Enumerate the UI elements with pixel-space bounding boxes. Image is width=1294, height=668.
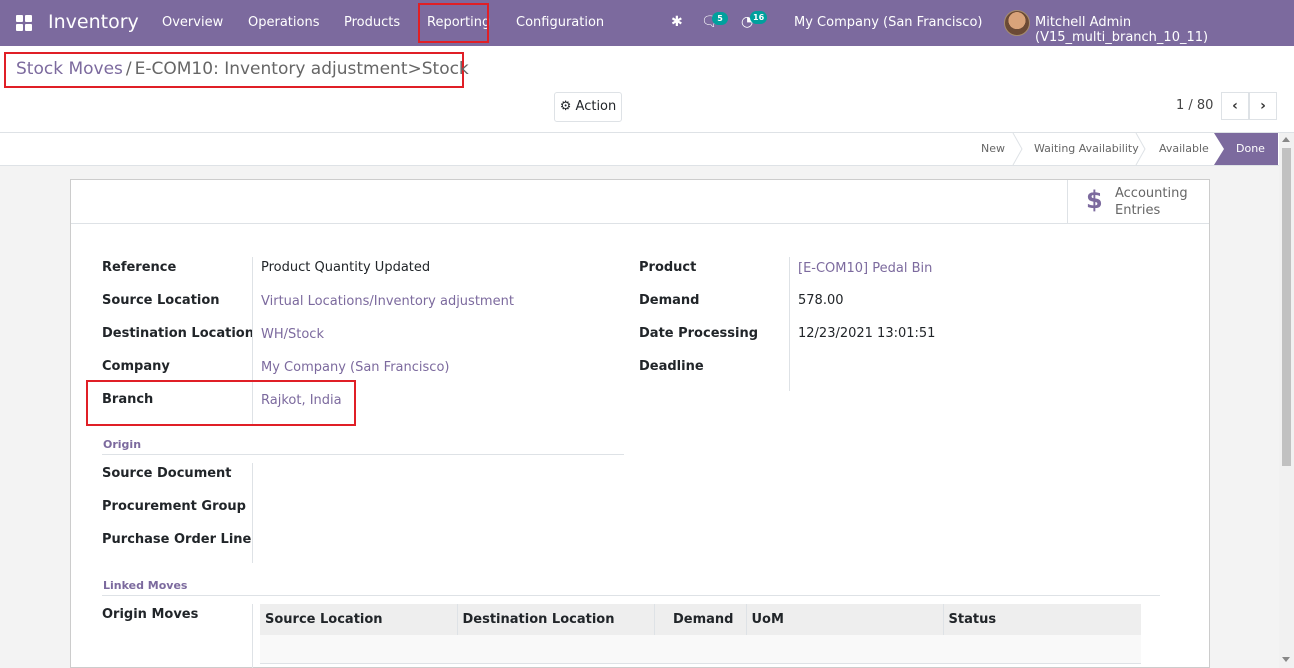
column-uom[interactable]: UoM <box>745 604 943 635</box>
label-origin-moves: Origin Moves <box>102 607 199 622</box>
value-demand: 578.00 <box>798 293 844 308</box>
value-product[interactable]: [E-COM10] Pedal Bin <box>798 261 932 276</box>
action-label: Action <box>575 99 617 114</box>
group-title-linked-moves: Linked Moves <box>103 579 188 592</box>
column-demand[interactable]: Demand <box>653 604 746 635</box>
right-group-divider <box>789 257 790 391</box>
messages-count-badge: 5 <box>712 12 728 25</box>
pager-previous-button[interactable]: ‹ <box>1221 92 1249 120</box>
table-empty-cell <box>260 635 1141 664</box>
group-title-origin: Origin <box>103 438 142 451</box>
accounting-entries-label: Accounting Entries <box>1115 185 1188 219</box>
column-destination-location[interactable]: Destination Location <box>456 604 654 635</box>
pager-value[interactable]: 1 / 80 <box>1176 98 1213 113</box>
label-purchase-order-line: Purchase Order Line <box>102 532 252 547</box>
accounting-entries-button[interactable]: $ Accounting Entries <box>1067 180 1209 224</box>
scroll-up-arrow-icon[interactable] <box>1282 137 1290 142</box>
value-reference: Product Quantity Updated <box>261 260 431 275</box>
origin-group-divider <box>252 463 253 563</box>
pager-next-button[interactable]: › <box>1249 92 1277 120</box>
menu-overview[interactable]: Overview <box>162 15 223 30</box>
user-menu[interactable]: Mitchell Admin (V15_multi_branch_10_11) <box>1035 15 1294 45</box>
stage-new[interactable]: New <box>981 133 1005 165</box>
label-company: Company <box>102 359 170 374</box>
accounting-entries-line2: Entries <box>1115 203 1161 218</box>
debug-bug-icon[interactable]: ✱ <box>671 14 683 30</box>
stage-done[interactable]: Done <box>1214 133 1278 165</box>
origin-separator <box>102 454 624 455</box>
highlight-branch-box <box>86 380 356 426</box>
app-name[interactable]: Inventory <box>48 11 139 33</box>
stage-waiting-availability[interactable]: Waiting Availability <box>1034 133 1139 165</box>
label-reference: Reference <box>102 260 177 275</box>
label-source-location: Source Location <box>102 293 220 308</box>
label-date-processing: Date Processing <box>639 326 759 341</box>
user-avatar[interactable] <box>1004 10 1030 36</box>
linked-moves-separator <box>102 595 1160 596</box>
breadcrumb: Stock Moves / E-COM10: Inventory adjustmen… <box>16 59 469 79</box>
button-box: $ Accounting Entries <box>71 180 1209 224</box>
column-source-location[interactable]: Source Location <box>260 604 457 635</box>
label-product: Product <box>639 260 697 275</box>
breadcrumb-current: E-COM10: Inventory adjustment>Stock <box>134 59 469 79</box>
menu-configuration[interactable]: Configuration <box>516 15 604 30</box>
origin-moves-table: Source Location Destination Location Dem… <box>260 604 1141 664</box>
highlight-reporting-box <box>418 3 489 43</box>
accounting-entries-line1: Accounting <box>1115 186 1188 201</box>
linked-moves-divider <box>252 604 253 668</box>
value-destination-location[interactable]: WH/Stock <box>261 327 324 342</box>
value-source-location[interactable]: Virtual Locations/Inventory adjustment <box>261 294 514 309</box>
gear-icon: ⚙ <box>559 99 572 114</box>
breadcrumb-separator: / <box>125 59 132 79</box>
label-demand: Demand <box>639 293 700 308</box>
chevron-right-icon: › <box>1260 98 1266 114</box>
column-status[interactable]: Status <box>942 604 1141 635</box>
chevron-left-icon: ‹ <box>1232 98 1238 114</box>
stage-separator <box>1135 133 1147 165</box>
action-button[interactable]: ⚙ Action <box>554 92 622 122</box>
breadcrumb-stock-moves[interactable]: Stock Moves <box>16 59 123 79</box>
dollar-icon: $ <box>1086 186 1103 214</box>
value-company[interactable]: My Company (San Francisco) <box>261 360 449 375</box>
label-source-document: Source Document <box>102 466 232 481</box>
stage-separator <box>1012 133 1024 165</box>
menu-operations[interactable]: Operations <box>248 15 319 30</box>
activities-count-badge: 16 <box>750 11 768 24</box>
scroll-down-arrow-icon[interactable] <box>1282 657 1290 662</box>
company-switcher[interactable]: My Company (San Francisco) <box>794 15 982 30</box>
scrollbar-thumb[interactable] <box>1282 148 1291 466</box>
status-bar: New Waiting Availability Available Done <box>0 132 1294 166</box>
menu-products[interactable]: Products <box>344 15 400 30</box>
top-navbar: Inventory Overview Operations Products R… <box>0 0 1294 46</box>
value-date-processing: 12/23/2021 13:01:51 <box>798 326 936 341</box>
table-row <box>260 635 1141 664</box>
label-destination-location: Destination Location <box>102 326 254 341</box>
vertical-scrollbar[interactable] <box>1279 133 1294 668</box>
stage-available[interactable]: Available <box>1159 133 1209 165</box>
label-procurement-group: Procurement Group <box>102 499 246 514</box>
apps-grid-icon[interactable] <box>16 15 32 31</box>
label-deadline: Deadline <box>639 359 704 374</box>
